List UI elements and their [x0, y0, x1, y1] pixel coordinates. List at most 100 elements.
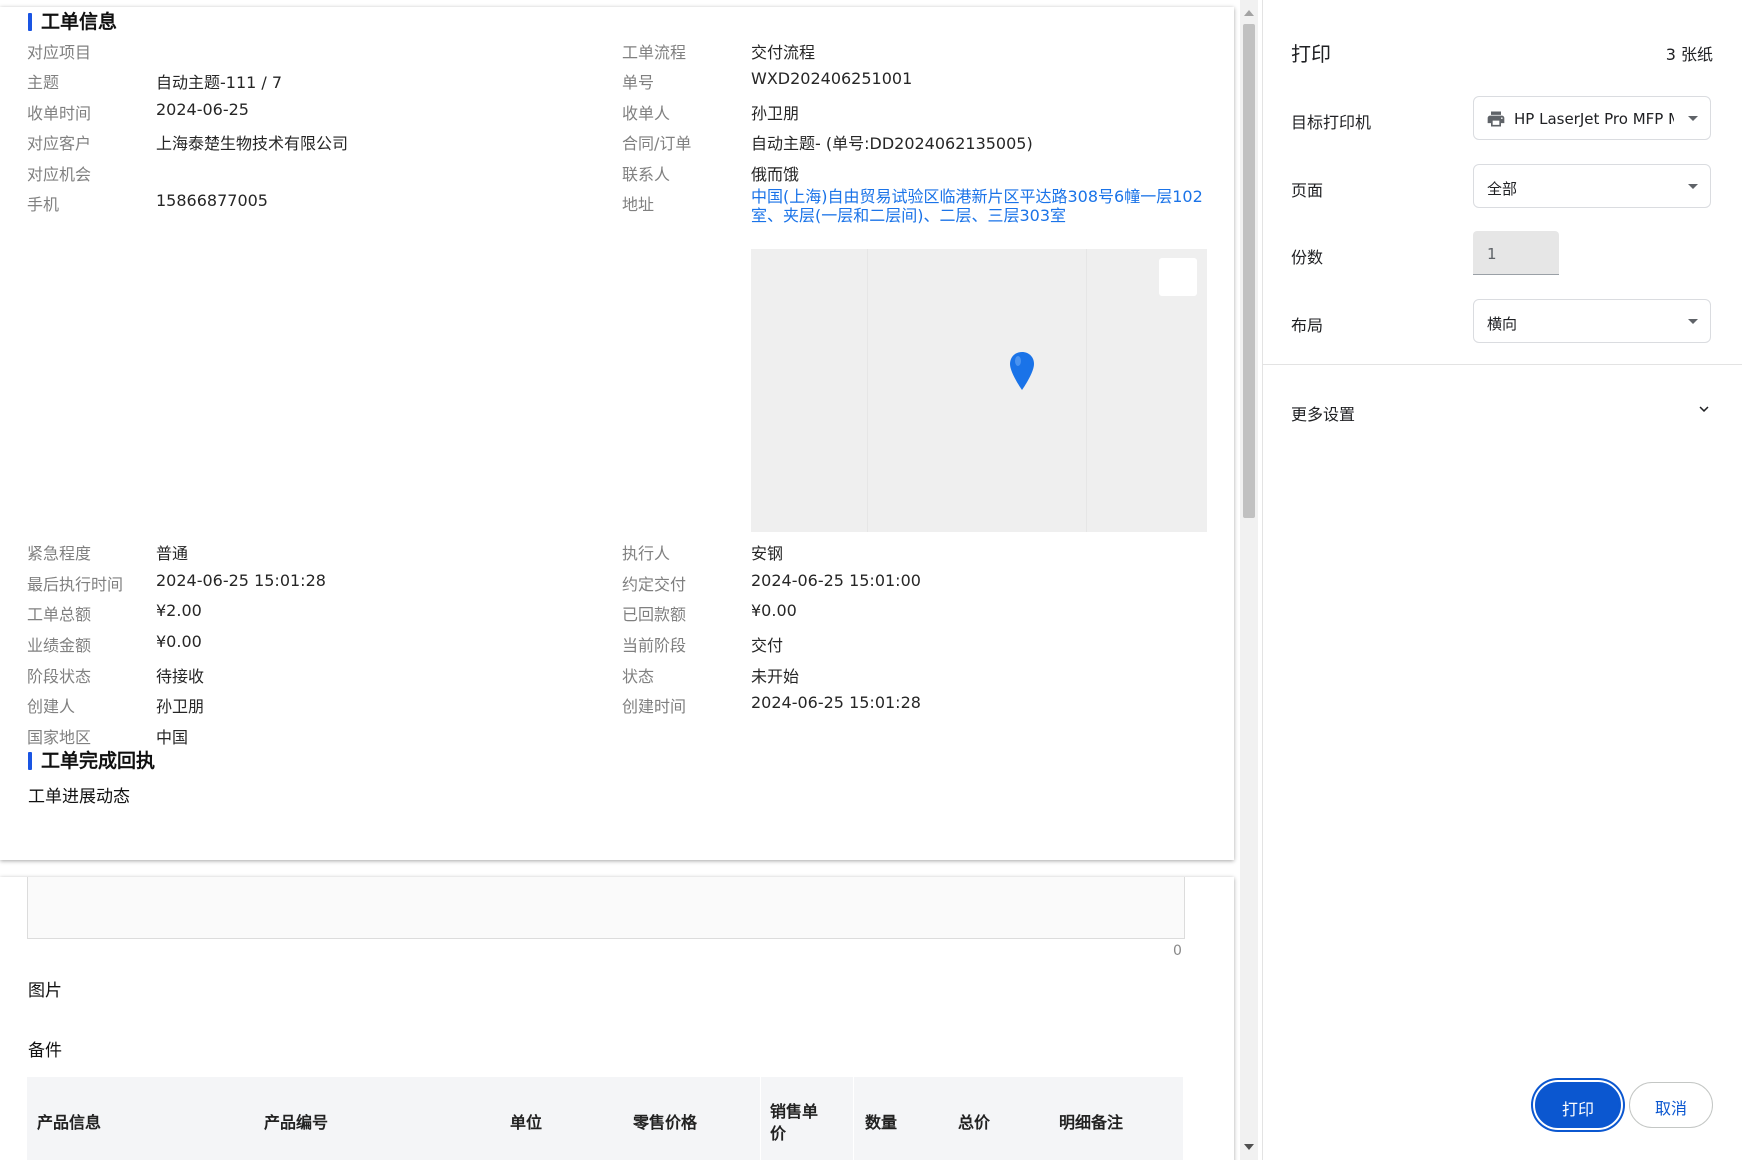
print-preview: 工单信息 对应项目 主题 自动主题-111 / 7 收单时间 2024-06-2…: [0, 0, 1258, 1160]
printer-label: 目标打印机: [1291, 113, 1372, 132]
field-label: 阶段状态: [27, 667, 92, 686]
field-label: 已回款额: [622, 605, 687, 624]
copies-input[interactable]: 1: [1473, 231, 1559, 275]
field-value: 未开始: [751, 667, 800, 686]
map-control-button[interactable]: [1159, 258, 1197, 296]
scroll-up-arrow-icon[interactable]: [1244, 10, 1254, 16]
copies-value: 1: [1487, 245, 1497, 263]
field-label: 工单流程: [622, 43, 687, 62]
table-header: 明细备注: [1059, 1113, 1124, 1132]
field-label: 国家地区: [27, 728, 92, 747]
field-label: 工单总额: [27, 605, 92, 624]
field-value: 自动主题- (单号:DD2024062135005): [751, 134, 1033, 153]
field-label: 约定交付: [622, 575, 687, 594]
progress-textarea[interactable]: [27, 877, 1185, 939]
field-label: 状态: [622, 667, 655, 686]
field-label: 最后执行时间: [27, 575, 124, 594]
section-title-completion-receipt: 工单完成回执: [28, 750, 155, 772]
progress-label: 工单进展动态: [28, 787, 130, 807]
field-value: 孙卫朋: [751, 104, 800, 123]
field-value: ¥0.00: [156, 632, 202, 651]
more-settings-toggle[interactable]: 更多设置: [1291, 401, 1355, 425]
preview-page-2: 0 图片 备件 产品信息 产品编号 单位 零售价格 销售单价 数量 总价 明细备…: [0, 877, 1234, 1160]
field-label: 单号: [622, 73, 655, 92]
table-header: 单位: [510, 1113, 543, 1132]
address-map[interactable]: [751, 249, 1207, 532]
printer-icon: [1487, 111, 1505, 127]
field-value: ¥0.00: [751, 601, 797, 620]
layout-value: 横向: [1487, 315, 1518, 333]
print-title: 打印: [1291, 42, 1331, 66]
field-label: 执行人: [622, 544, 671, 563]
layout-label: 布局: [1291, 316, 1324, 335]
field-label: 手机: [27, 195, 60, 214]
images-label: 图片: [28, 981, 62, 1001]
dropdown-caret-icon: [1688, 184, 1698, 189]
field-value: 2024-06-25 15:01:00: [751, 571, 921, 590]
printer-value: HP LaserJet Pro MFP M226dw: [1514, 110, 1674, 128]
field-value: 上海泰楚生物技术有限公司: [156, 134, 349, 153]
field-value: 中国: [156, 728, 189, 747]
preview-scrollbar[interactable]: [1240, 0, 1258, 1160]
field-value: 2024-06-25 15:01:28: [751, 693, 921, 712]
dropdown-caret-icon: [1688, 319, 1698, 324]
table-header: 产品信息: [37, 1113, 102, 1132]
field-value: 孙卫朋: [156, 697, 205, 716]
table-header: 数量: [865, 1113, 898, 1132]
field-value: 2024-06-25: [156, 100, 249, 119]
field-value: 俄而饿: [751, 165, 800, 184]
print-settings-panel: 打印 3 张纸 目标打印机 HP LaserJet Pro MFP M226dw…: [1262, 0, 1742, 1160]
cancel-button-label: 取消: [1654, 1099, 1687, 1118]
field-value: 2024-06-25 15:01:28: [156, 571, 326, 590]
table-header: 销售单价: [770, 1102, 819, 1143]
parts-table: 产品信息 产品编号 单位 零售价格 销售单价 数量 总价 明细备注: [27, 1077, 1183, 1160]
field-label: 对应客户: [27, 134, 92, 153]
field-value: 自动主题-111 / 7: [156, 73, 283, 92]
field-label: 创建人: [27, 697, 76, 716]
address-link[interactable]: 中国(上海)自由贸易试验区临港新片区平达路308号6幢一层102室、夹层(一层和…: [751, 187, 1211, 225]
field-label: 对应项目: [27, 43, 92, 62]
scroll-down-arrow-icon[interactable]: [1244, 1144, 1254, 1150]
field-label: 当前阶段: [622, 636, 687, 655]
scroll-thumb[interactable]: [1243, 24, 1255, 518]
field-value: ¥2.00: [156, 601, 202, 620]
field-label: 紧急程度: [27, 544, 92, 563]
parts-label: 备件: [28, 1041, 62, 1061]
chevron-down-icon[interactable]: [1695, 400, 1713, 418]
copies-label: 份数: [1291, 248, 1324, 267]
field-label: 地址: [622, 195, 655, 214]
pages-select[interactable]: 全部: [1473, 164, 1711, 208]
map-pin-icon: [1010, 352, 1034, 390]
section-title-ticket-info: 工单信息: [28, 11, 117, 33]
field-label: 对应机会: [27, 165, 92, 184]
field-value: 交付流程: [751, 43, 816, 62]
field-label: 创建时间: [622, 697, 687, 716]
field-value: 待接收: [156, 667, 205, 686]
field-value: 交付: [751, 636, 784, 655]
field-label: 主题: [27, 73, 60, 92]
field-label: 合同/订单: [622, 134, 692, 153]
field-value: 15866877005: [156, 191, 268, 210]
dropdown-caret-icon: [1688, 116, 1698, 121]
print-button[interactable]: 打印: [1535, 1082, 1621, 1128]
layout-select[interactable]: 横向: [1473, 299, 1711, 343]
pages-label: 页面: [1291, 181, 1324, 200]
field-label: 收单人: [622, 104, 671, 123]
panel-divider: [1263, 364, 1742, 365]
sheet-count: 3 张纸: [1665, 45, 1713, 64]
field-label: 收单时间: [27, 104, 92, 123]
preview-page-1: 工单信息 对应项目 主题 自动主题-111 / 7 收单时间 2024-06-2…: [0, 7, 1234, 860]
printer-select[interactable]: HP LaserJet Pro MFP M226dw: [1473, 96, 1711, 140]
table-header: 产品编号: [264, 1113, 329, 1132]
print-button-label: 打印: [1561, 1100, 1594, 1119]
field-label: 业绩金额: [27, 636, 92, 655]
cancel-button[interactable]: 取消: [1629, 1082, 1713, 1128]
field-value: WXD202406251001: [751, 69, 913, 88]
field-value: 普通: [156, 544, 189, 563]
pages-value: 全部: [1487, 180, 1518, 198]
field-value: 安钢: [751, 544, 784, 563]
table-header: 总价: [958, 1113, 991, 1132]
char-count: 0: [1173, 943, 1182, 959]
field-label: 联系人: [622, 165, 671, 184]
table-header: 零售价格: [633, 1113, 698, 1132]
